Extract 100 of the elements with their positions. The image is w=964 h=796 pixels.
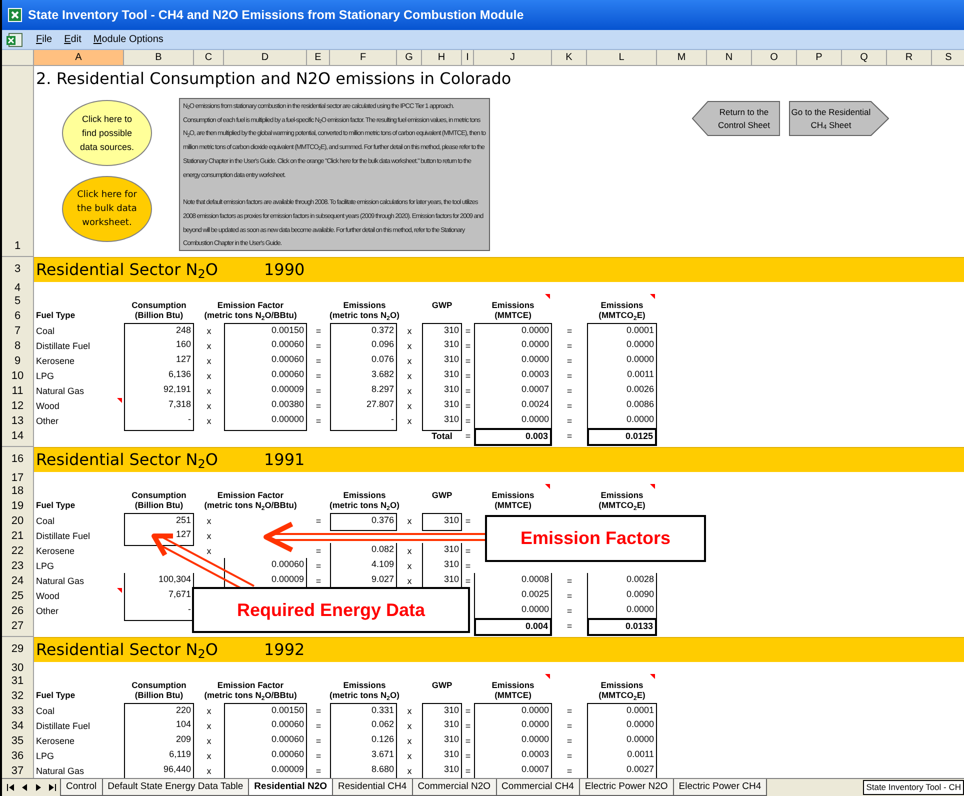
column-heading: (MMTCE) (494, 689, 532, 701)
section-year: 1990 (264, 259, 305, 281)
column-heading: Consumption (132, 678, 186, 690)
column-heading: Emissions (343, 298, 386, 310)
operator: = (566, 430, 572, 443)
operator: = (316, 560, 322, 573)
column-header[interactable]: N (707, 50, 752, 66)
operator: = (316, 705, 322, 718)
menu-item[interactable]: Module Options (93, 32, 164, 47)
section-title: Residential Sector N$_{2}$O (36, 639, 219, 662)
spreadsheet-icon (8, 8, 22, 22)
operator: x (206, 530, 212, 543)
column-heading: Emissions (343, 678, 386, 690)
operator: x (407, 355, 412, 368)
column-heading: (metric tons N$_{2}$O) (330, 689, 400, 701)
column-heading: Emission Factor (217, 298, 284, 310)
column-header[interactable]: B (124, 50, 194, 66)
column-header[interactable]: L (587, 50, 657, 66)
sheet-tab[interactable]: Commercial N2O (412, 779, 497, 796)
operator: = (316, 720, 322, 733)
column-header[interactable]: G (397, 50, 422, 66)
operator: x (407, 720, 412, 733)
column-header[interactable]: P (797, 50, 842, 66)
operator: = (566, 400, 572, 413)
table-cell: 0.003 (474, 428, 552, 446)
column-header[interactable]: E (307, 50, 330, 66)
operator: = (465, 355, 471, 368)
operator: = (465, 515, 471, 528)
row-number: 3 (2, 257, 34, 282)
column-header[interactable]: C (194, 50, 224, 66)
table-cell: - (124, 603, 194, 620)
column-header[interactable]: O (752, 50, 797, 66)
back-button[interactable]: Return to the Control Sheet (692, 101, 780, 136)
menu-item[interactable]: File (36, 32, 52, 47)
sheet-tab[interactable]: Control (60, 779, 103, 796)
column-header[interactable]: H (422, 50, 462, 66)
column-heading: Emissions (600, 298, 644, 310)
operator: = (316, 385, 322, 398)
table-cell: - (330, 413, 397, 430)
column-header[interactable]: D (224, 50, 307, 66)
row-number: 37 (2, 763, 34, 778)
operator: = (316, 400, 322, 413)
operator: = (316, 515, 322, 528)
table-cell: 0.376 (330, 513, 397, 530)
operator: x (206, 750, 212, 763)
operator: x (407, 735, 412, 748)
operator: x (206, 735, 212, 748)
column-header[interactable]: F (330, 50, 397, 66)
table-cell: 0.0125 (587, 428, 657, 446)
operator: x (206, 370, 212, 383)
column-header[interactable]: I (462, 50, 474, 66)
sheet-tab[interactable]: Residential CH4 (332, 779, 413, 796)
table-cell: - (124, 413, 194, 430)
operator: = (566, 370, 572, 383)
operator: x (407, 560, 412, 573)
link-button[interactable]: Click here to find possible data sources. (62, 100, 152, 166)
column-header[interactable]: K (552, 50, 587, 66)
table-cell: 310 (422, 763, 462, 778)
column-header[interactable]: S (932, 50, 964, 66)
operator: = (566, 575, 572, 588)
column-heading: (metric tons N$_{2}$O) (330, 309, 400, 321)
operator: x (206, 325, 212, 338)
column-heading: Emissions (600, 488, 644, 500)
operator: x (206, 340, 212, 353)
table-cell: 0.00000 (224, 413, 307, 430)
forward-button[interactable]: Go to the Residential CH$_{4}$ Sheet (789, 101, 889, 136)
row-number: 16 (2, 447, 34, 472)
fuel-type: Natural Gas (35, 385, 84, 398)
operator: x (407, 340, 412, 353)
column-header[interactable]: M (657, 50, 707, 66)
operator: = (316, 735, 322, 748)
operator: = (465, 705, 471, 718)
spreadsheet-icon[interactable] (6, 32, 24, 46)
fuel-type: Coal (35, 515, 55, 528)
operator: = (316, 340, 322, 353)
operator: = (465, 545, 471, 558)
operator: = (316, 750, 322, 763)
operator: x (407, 515, 412, 528)
menu-item[interactable]: Edit (64, 32, 82, 47)
column-heading: (MMTCO$_{2}$E) (598, 499, 646, 511)
fuel-type: Natural Gas (35, 575, 84, 588)
operator: x (407, 750, 412, 763)
sheet-tab[interactable]: Electric Power N2O (578, 779, 674, 796)
operator: = (465, 370, 471, 383)
section-title: Residential Sector N$_{2}$O (36, 259, 219, 282)
sheet-tab[interactable]: Default State Energy Data Table (102, 779, 250, 796)
column-header[interactable]: A (34, 50, 124, 66)
fuel-type: Wood (35, 400, 60, 413)
sheet-tab[interactable]: Residential N2O (248, 779, 334, 796)
scroll-icon[interactable] (6, 783, 15, 792)
operator: x (206, 720, 212, 733)
column-header[interactable]: Q (842, 50, 887, 66)
operator: = (566, 340, 572, 353)
sheet-tab[interactable]: Commercial CH4 (496, 779, 580, 796)
column-header[interactable]: R (887, 50, 932, 66)
operator: = (566, 705, 572, 718)
sheet-tab[interactable]: Electric Power CH4 (672, 779, 768, 796)
column-header[interactable]: J (474, 50, 552, 66)
scroll-icon[interactable] (48, 783, 57, 792)
link-button[interactable]: Click here for the bulk data worksheet. (62, 176, 152, 242)
